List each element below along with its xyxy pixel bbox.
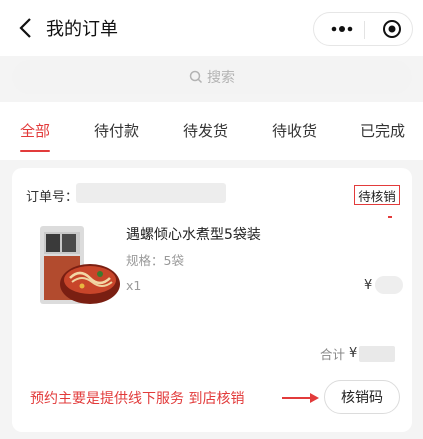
search-placeholder: 搜索 (207, 70, 235, 86)
order-card[interactable]: 订单号： 待核销 遇螺倾心水煮型5袋装 规格：5袋 x1 ¥ 合计 ¥ 预约主要… (12, 168, 412, 432)
target-icon (383, 20, 401, 38)
more-button[interactable] (324, 13, 360, 45)
product-name: 遇螺倾心水煮型5袋装 (126, 227, 261, 243)
total-currency: ¥ (349, 346, 358, 361)
tab-pending-receipt[interactable]: 待收货 (272, 120, 317, 141)
price-redacted (375, 276, 404, 294)
total-label: 合计 (320, 347, 346, 362)
product-spec: 规格：5袋 (126, 253, 184, 268)
verification-code-button[interactable]: 核销码 (324, 380, 400, 414)
tab-pending-shipment[interactable]: 待发货 (183, 120, 228, 141)
search-icon (189, 70, 203, 84)
active-tab-indicator (20, 150, 50, 152)
close-mini-program-button[interactable] (374, 13, 410, 45)
chevron-left-icon (19, 18, 31, 38)
back-button[interactable] (14, 16, 36, 40)
annotation-note: 预约主要是提供线下服务 到店核销 (30, 391, 245, 407)
tab-completed[interactable]: 已完成 (360, 120, 405, 141)
page-title: 我的订单 (46, 19, 118, 40)
tab-pending-payment[interactable]: 待付款 (94, 120, 139, 141)
total-redacted (359, 345, 396, 362)
price-currency: ¥ (364, 277, 373, 293)
order-tabs: 全部 待付款 待发货 待收货 已完成 (0, 102, 423, 160)
tab-all[interactable]: 全部 (20, 120, 50, 141)
red-mark (388, 216, 392, 218)
mini-program-capsule (313, 12, 413, 46)
search-input[interactable]: 搜索 (12, 60, 412, 94)
capsule-divider (364, 21, 365, 39)
status-badge: 待核销 (354, 185, 400, 205)
order-number-redacted (76, 183, 226, 203)
arrow-right-icon (282, 393, 319, 403)
product-image (40, 226, 120, 304)
order-number-label: 订单号： (26, 190, 79, 205)
navigation-bar: 我的订单 (0, 0, 423, 56)
more-dots-icon (331, 26, 353, 32)
product-quantity: x1 (126, 278, 142, 293)
order-total: 合计 ¥ (320, 344, 396, 363)
product-price: ¥ (364, 276, 404, 294)
